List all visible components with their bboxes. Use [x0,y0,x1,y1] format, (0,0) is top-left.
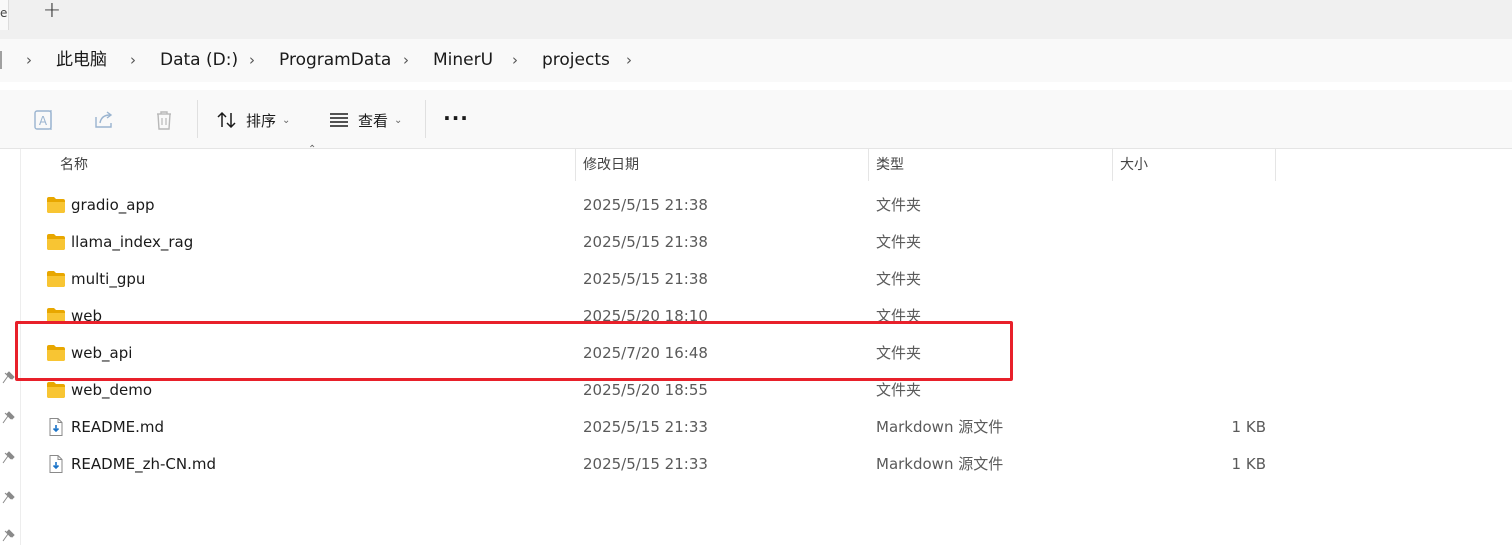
navigation-pane [0,149,21,545]
column-divider[interactable] [1275,149,1276,181]
markdown-file-icon [49,418,63,436]
file-type: 文件夹 [876,270,922,288]
breadcrumb-chevron[interactable]: › [130,48,136,72]
breadcrumb-chevron[interactable]: › [26,48,32,72]
file-row-web-demo[interactable]: web_demo 2025/5/20 18:55 文件夹 [21,372,1512,409]
file-type: Markdown 源文件 [876,455,1004,473]
column-header-type[interactable]: 类型 [876,149,904,182]
file-date: 2025/7/20 16:48 [583,344,708,362]
view-icon [330,113,348,127]
file-name: README.md [71,418,165,436]
file-date: 2025/5/15 21:38 [583,270,708,288]
file-size [1121,187,1266,224]
breadcrumb-this-pc[interactable]: 此电脑 [56,48,107,72]
breadcrumb-projects[interactable]: projects [542,48,610,72]
chevron-down-icon: ⌄ [282,114,291,126]
file-name: web_api [71,344,133,362]
more-options-button[interactable]: ··· [440,104,472,136]
address-left-edge [0,51,5,69]
file-list-header: ⌃ 名称 修改日期 类型 大小 [21,144,1512,182]
folder-icon [47,345,65,361]
pin-icon[interactable] [1,371,15,385]
file-row-multi-gpu[interactable]: multi_gpu 2025/5/15 21:38 文件夹 [21,261,1512,298]
file-date: 2025/5/20 18:10 [583,307,708,325]
column-header-size[interactable]: 大小 [1120,149,1148,182]
folder-icon [47,308,65,324]
markdown-file-icon [49,455,63,473]
file-type: 文件夹 [876,307,922,325]
column-divider[interactable] [575,149,576,181]
pin-icon[interactable] [1,491,15,505]
command-separator [197,100,198,138]
file-size [1121,335,1266,372]
file-size: 1 KB [1231,418,1266,436]
file-type: 文件夹 [876,381,922,399]
file-size [1121,224,1266,261]
file-size [1121,372,1266,409]
view-button[interactable]: 查看 ⌄ [328,104,402,136]
file-row-readme-zh-cn[interactable]: README_zh-CN.md 2025/5/15 21:33 Markdown… [21,446,1512,483]
pin-icon[interactable] [1,411,15,425]
breadcrumb-data-drive[interactable]: Data (D:) [160,48,238,72]
view-label: 查看 [358,111,389,130]
file-date: 2025/5/15 21:38 [583,196,708,214]
tab-strip: e + [0,0,1512,39]
sort-icon [217,111,236,129]
file-date: 2025/5/20 18:55 [583,381,708,399]
breadcrumb-chevron[interactable]: › [512,48,518,72]
column-header-name[interactable]: 名称 [60,149,88,182]
rename-icon[interactable]: A [31,107,57,133]
share-icon[interactable] [91,107,117,133]
file-name: README_zh-CN.md [71,455,217,473]
address-bar: › 此电脑 › Data (D:) › ProgramData › MinerU… [0,39,1512,82]
breadcrumb-chevron[interactable]: › [626,48,632,72]
file-type: 文件夹 [876,196,922,214]
sort-ascending-icon: ⌃ [308,144,317,155]
svg-text:A: A [39,114,48,128]
command-bar: A 排序 ⌄ 查看 ⌄ ··· [0,90,1512,149]
file-size [1121,261,1266,298]
file-name: multi_gpu [71,270,146,288]
breadcrumb-chevron[interactable]: › [249,48,255,72]
file-size [1121,298,1266,335]
file-date: 2025/5/15 21:33 [583,418,708,436]
breadcrumb-mineru[interactable]: MinerU [433,48,493,72]
pin-icon[interactable] [1,451,15,465]
tab-partial-label: e [0,6,8,20]
file-size: 1 KB [1231,455,1266,473]
file-row-readme[interactable]: README.md 2025/5/15 21:33 Markdown 源文件 1… [21,409,1512,446]
breadcrumb-chevron[interactable]: › [403,48,409,72]
file-row-web-api[interactable]: web_api 2025/7/20 16:48 文件夹 [21,335,1512,372]
command-separator [425,100,426,138]
tab-partial[interactable]: e [0,0,9,30]
file-explorer-window: e + › 此电脑 › Data (D:) › ProgramData › Mi… [0,0,1512,545]
file-type: 文件夹 [876,344,922,362]
file-name: llama_index_rag [71,233,194,251]
folder-icon [47,197,65,213]
file-name: gradio_app [71,196,155,214]
pin-icon[interactable] [1,529,15,543]
file-type: 文件夹 [876,233,922,251]
column-divider[interactable] [1112,149,1113,181]
sort-label: 排序 [246,111,277,130]
column-header-date[interactable]: 修改日期 [583,149,639,182]
file-type: Markdown 源文件 [876,418,1004,436]
folder-icon [47,271,65,287]
file-date: 2025/5/15 21:33 [583,455,708,473]
file-name: web [71,307,103,325]
folder-icon [47,234,65,250]
file-name: web_demo [71,381,153,399]
file-date: 2025/5/15 21:38 [583,233,708,251]
chevron-down-icon: ⌄ [394,114,403,126]
file-list: gradio_app 2025/5/15 21:38 文件夹 llama_ind… [21,187,1512,483]
file-row-gradio-app[interactable]: gradio_app 2025/5/15 21:38 文件夹 [21,187,1512,224]
file-row-llama-index-rag[interactable]: llama_index_rag 2025/5/15 21:38 文件夹 [21,224,1512,261]
sort-button[interactable]: 排序 ⌄ [216,104,290,136]
folder-icon [47,382,65,398]
column-divider[interactable] [868,149,869,181]
delete-icon[interactable] [151,107,177,133]
breadcrumb-programdata[interactable]: ProgramData [279,48,391,72]
new-tab-button[interactable]: + [34,0,70,24]
file-row-web[interactable]: web 2025/5/20 18:10 文件夹 [21,298,1512,335]
